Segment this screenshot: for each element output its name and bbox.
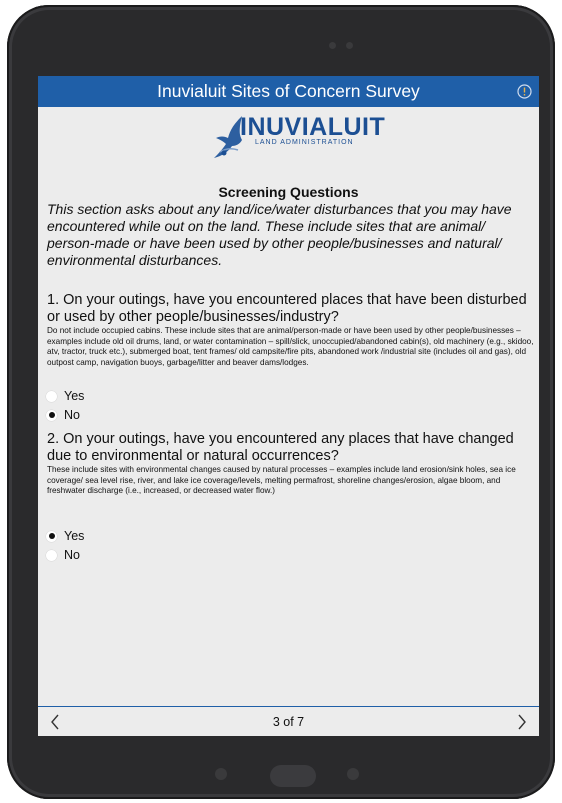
radio-button-selected[interactable]: [46, 409, 57, 421]
radio-button[interactable]: [46, 549, 57, 561]
logo-subtitle: LAND ADMINISTRATION: [255, 139, 354, 146]
home-button[interactable]: [270, 765, 316, 787]
question-1-help: Do not include occupied cabins. These in…: [47, 326, 534, 367]
camera-dot: [329, 42, 336, 49]
option-label: No: [64, 548, 80, 562]
question-2-option-no[interactable]: No: [46, 547, 80, 563]
question-1-text: 1. On your outings, have you encountered…: [47, 292, 527, 325]
hardware-dot: [215, 768, 227, 780]
app-title: Inuvialuit Sites of Concern Survey: [157, 81, 420, 101]
radio-button-selected[interactable]: [46, 530, 57, 542]
question-2-help: These include sites with environmental c…: [47, 465, 516, 495]
option-label: Yes: [64, 529, 85, 543]
camera-dot: [346, 42, 353, 49]
question-2-text: 2. On your outings, have you encountered…: [47, 431, 514, 464]
survey-screen: Inuvialuit Sites of Concern Survey INUVI…: [38, 76, 539, 736]
question-1-option-yes[interactable]: Yes: [46, 388, 84, 404]
hardware-dot: [347, 768, 359, 780]
question-2-option-yes[interactable]: Yes: [46, 528, 84, 544]
chevron-left-icon[interactable]: [46, 711, 64, 733]
section-intro: This section asks about any land/ice/wat…: [47, 201, 512, 268]
info-icon[interactable]: [516, 83, 532, 99]
radio-button[interactable]: [46, 390, 57, 402]
pagination-footer: 3 of 7: [38, 706, 539, 736]
page-indicator: 3 of 7: [272, 715, 305, 729]
option-label: Yes: [64, 389, 85, 403]
chevron-right-icon[interactable]: [513, 711, 531, 733]
question-1-option-no[interactable]: No: [46, 407, 80, 423]
title-bar: Inuvialuit Sites of Concern Survey: [38, 76, 539, 107]
option-label: No: [64, 408, 80, 422]
inuvialuit-logo: INUVIALUIT LAND ADMINISTRATION: [212, 112, 385, 162]
logo-wordmark: INUVIALUIT: [240, 113, 386, 141]
section-title: Screening Questions: [218, 184, 359, 200]
